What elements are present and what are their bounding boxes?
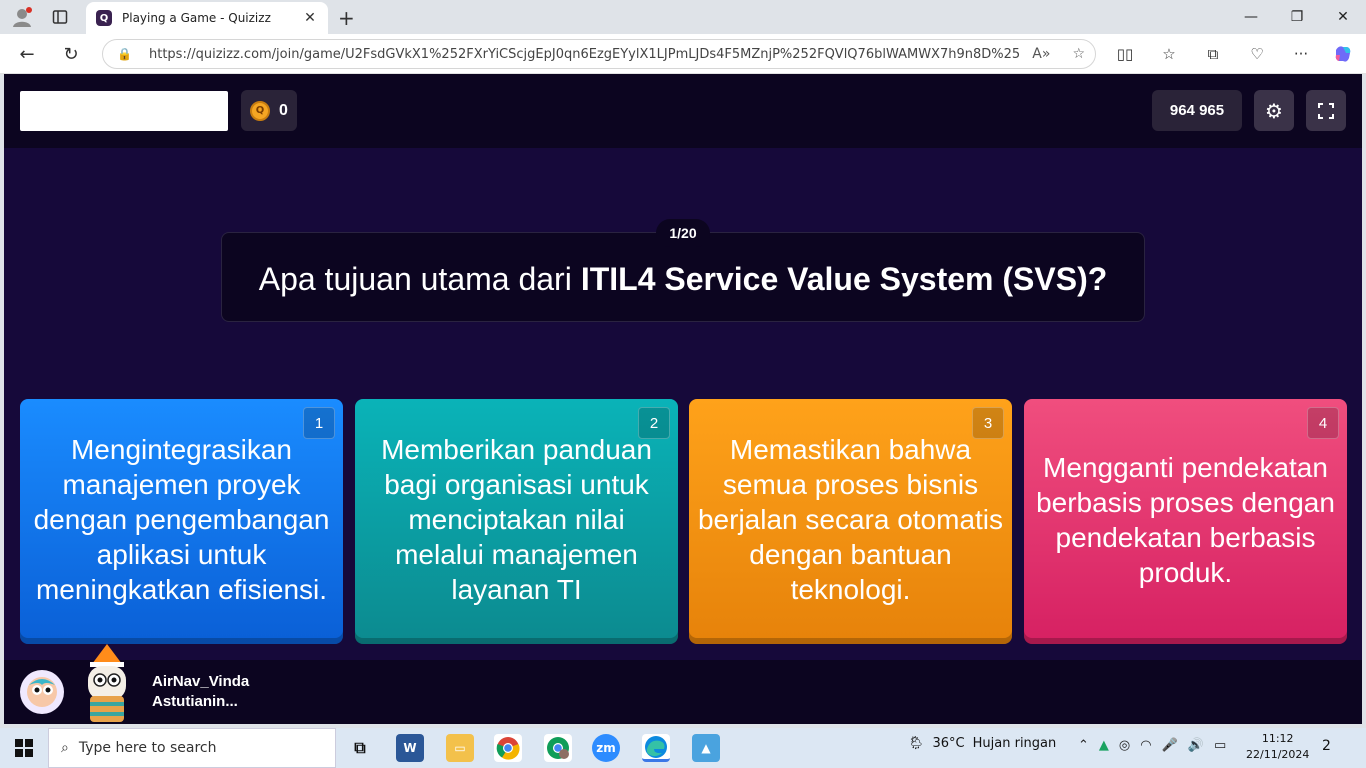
refresh-icon[interactable]: ↻ — [58, 42, 84, 66]
wifi-icon[interactable]: ◠ — [1140, 738, 1151, 753]
weather-desc: Hujan ringan — [972, 736, 1057, 751]
coin-value: 0 — [279, 101, 288, 119]
photos-app-icon[interactable]: ▲ — [692, 734, 720, 762]
windows-taskbar: ⌕ Type here to search ⧉ W ▭ zm ▲ 🌦 36°C … — [0, 728, 1366, 768]
chrome-profile-app-icon[interactable] — [544, 734, 572, 762]
game-top-bar: Q 0 964 965 ⚙ — [4, 74, 1362, 148]
more-options-icon[interactable]: ··· — [1288, 42, 1314, 66]
answer-option-3[interactable]: 3 Memastikan bahwa semua proses bisnis b… — [689, 399, 1012, 644]
option-text: Memastikan bahwa semua proses bisnis ber… — [697, 434, 1004, 605]
word-app-icon[interactable]: W — [396, 734, 424, 762]
question-counter: 1/20 — [656, 219, 710, 247]
notification-center-icon[interactable]: 2 — [1322, 738, 1346, 758]
microphone-icon[interactable]: 🎤 — [1162, 738, 1178, 753]
close-tab-icon[interactable]: ✕ — [298, 10, 322, 26]
tab-title: Playing a Game - Quizizz — [122, 11, 271, 25]
url-text[interactable]: https://quizizz.com/join/game/U2FsdGVkX1… — [149, 47, 1019, 62]
chevron-up-icon[interactable]: ⌃ — [1078, 738, 1089, 753]
task-view-icon[interactable]: ⧉ — [346, 734, 374, 762]
question-prefix: Apa tujuan utama dari — [258, 260, 572, 297]
favorite-star-icon[interactable]: ☆ — [1072, 46, 1085, 62]
search-placeholder: Type here to search — [78, 740, 217, 756]
restore-icon[interactable]: ❐ — [1274, 4, 1320, 30]
weather-cloud-rain-icon: 🌦 — [908, 736, 925, 751]
edge-app-icon[interactable] — [642, 734, 670, 762]
weather-temp: 36°C — [932, 736, 965, 751]
player-name-line-1: AirNav_Vinda — [152, 673, 250, 690]
answer-option-4[interactable]: 4 Mengganti pendekatan berbasis proses d… — [1024, 399, 1347, 644]
option-number-badge: 1 — [303, 407, 335, 439]
search-icon: ⌕ — [61, 740, 69, 756]
battery-icon[interactable]: ▭ — [1214, 738, 1226, 753]
coin-counter: Q 0 — [241, 90, 297, 131]
google-drive-icon[interactable]: ▲ — [1099, 738, 1109, 753]
mascot-character-icon — [74, 642, 140, 724]
fullscreen-icon[interactable] — [1306, 90, 1346, 131]
player-name: AirNav_Vinda Astutianin... — [152, 672, 249, 712]
settings-gear-icon[interactable]: ⚙ — [1254, 90, 1294, 131]
tab-actions-icon[interactable] — [48, 5, 72, 29]
copilot-icon[interactable] — [1330, 42, 1356, 66]
zoom-app-icon[interactable]: zm — [592, 734, 620, 762]
score-display: 964 965 — [1152, 90, 1242, 131]
url-field[interactable]: 🔒 https://quizizz.com/join/game/U2FsdGVk… — [102, 39, 1096, 69]
tab-quizizz[interactable]: Q Playing a Game - Quizizz ✕ — [86, 2, 328, 34]
weather-widget[interactable]: 🌦 36°C Hujan ringan — [908, 736, 1056, 751]
system-tray: ⌃ ▲ ◎ ◠ 🎤 🔊 ▭ — [1078, 738, 1226, 753]
question-highlight: ITIL4 Service Value System (SVS)? — [580, 260, 1108, 297]
minimize-icon[interactable]: — — [1228, 4, 1274, 30]
option-text: Mengintegrasikan manajemen proyek dengan… — [33, 434, 330, 605]
answer-option-1[interactable]: 1 Mengintegrasikan manajemen proyek deng… — [20, 399, 343, 644]
notification-badge: 2 — [1322, 738, 1331, 754]
coin-icon: Q — [250, 100, 270, 121]
file-explorer-icon[interactable]: ▭ — [446, 734, 474, 762]
clock-time: 11:12 — [1261, 732, 1294, 745]
taskbar-search-input[interactable]: ⌕ Type here to search — [48, 728, 336, 768]
option-number-badge: 4 — [1307, 407, 1339, 439]
player-name-box — [20, 91, 228, 131]
option-number-badge: 3 — [972, 407, 1004, 439]
player-avatar-icon — [20, 670, 64, 714]
new-tab-icon[interactable]: + — [338, 6, 355, 30]
split-screen-icon[interactable]: ▯▯ — [1112, 42, 1138, 66]
taskbar-clock[interactable]: 11:12 22/11/2024 — [1246, 731, 1309, 763]
answer-option-2[interactable]: 2 Memberikan panduan bagi organisasi unt… — [355, 399, 678, 644]
address-bar: ← ↻ 🔒 https://quizizz.com/join/game/U2Fs… — [0, 34, 1366, 74]
chrome-app-icon[interactable] — [494, 734, 522, 762]
player-name-line-2: Astutianin... — [152, 693, 238, 710]
quizizz-favicon-icon: Q — [96, 10, 112, 26]
profile-icon[interactable] — [10, 5, 34, 29]
back-icon[interactable]: ← — [14, 42, 40, 66]
option-number-badge: 2 — [638, 407, 670, 439]
option-text: Mengganti pendekatan berbasis proses den… — [1036, 451, 1335, 588]
clock-date: 22/11/2024 — [1246, 748, 1310, 761]
quiz-game-area: Q 0 964 965 ⚙ 1/20 Apa tujuan utama dari… — [4, 74, 1362, 724]
browser-essentials-icon[interactable]: ♡ — [1244, 42, 1270, 66]
close-window-icon[interactable]: ✕ — [1320, 4, 1366, 30]
speaker-icon[interactable]: 🔊 — [1188, 738, 1204, 753]
windows-start-icon[interactable] — [0, 728, 48, 768]
headset-icon[interactable]: ◎ — [1119, 738, 1130, 753]
browser-tab-bar: Q Playing a Game - Quizizz ✕ + — ❐ ✕ — [0, 0, 1366, 34]
lock-icon[interactable]: 🔒 — [117, 47, 135, 61]
option-text: Memberikan panduan bagi organisasi untuk… — [381, 434, 652, 605]
read-aloud-icon[interactable]: A» — [1032, 46, 1050, 62]
collections-icon[interactable]: ⧉ — [1200, 42, 1226, 66]
game-bottom-bar: AirNav_Vinda Astutianin... — [4, 644, 1362, 724]
favorites-icon[interactable]: ☆ — [1156, 42, 1182, 66]
